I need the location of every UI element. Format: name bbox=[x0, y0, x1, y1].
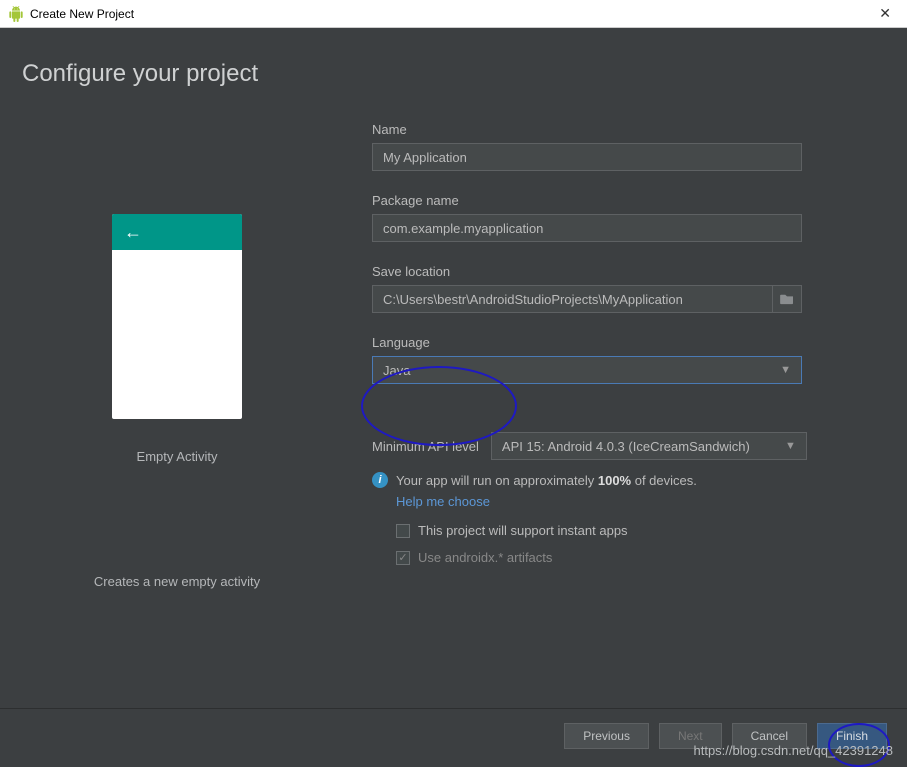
window-title: Create New Project bbox=[30, 7, 871, 21]
name-input[interactable] bbox=[372, 143, 802, 171]
api-label: Minimum API level bbox=[372, 439, 479, 454]
phone-preview: ← bbox=[112, 214, 242, 419]
name-label: Name bbox=[372, 122, 845, 137]
phone-appbar: ← bbox=[112, 214, 242, 250]
api-value: API 15: Android 4.0.3 (IceCreamSandwich) bbox=[502, 439, 750, 454]
close-icon[interactable]: ✕ bbox=[871, 5, 899, 22]
instant-apps-checkbox[interactable] bbox=[396, 524, 410, 538]
language-select[interactable]: Java ▼ bbox=[372, 356, 802, 384]
back-arrow-icon: ← bbox=[124, 222, 142, 243]
devices-info: Your app will run on approximately 100% … bbox=[396, 473, 697, 488]
titlebar: Create New Project ✕ bbox=[0, 0, 907, 28]
help-link[interactable]: Help me choose bbox=[396, 494, 490, 509]
androidx-label: Use androidx.* artifacts bbox=[418, 550, 552, 565]
save-location-input[interactable] bbox=[372, 285, 772, 313]
language-label: Language bbox=[372, 335, 845, 350]
package-input[interactable] bbox=[372, 214, 802, 242]
android-icon bbox=[8, 6, 24, 22]
package-label: Package name bbox=[372, 193, 845, 208]
androidx-checkbox bbox=[396, 551, 410, 565]
info-icon: i bbox=[372, 472, 388, 488]
activity-description: Creates a new empty activity bbox=[94, 574, 260, 589]
language-value: Java bbox=[383, 363, 410, 378]
instant-apps-label: This project will support instant apps bbox=[418, 523, 628, 538]
save-location-label: Save location bbox=[372, 264, 845, 279]
chevron-down-icon: ▼ bbox=[785, 440, 796, 452]
cancel-button[interactable]: Cancel bbox=[732, 723, 807, 749]
browse-button[interactable] bbox=[772, 285, 802, 313]
api-select[interactable]: API 15: Android 4.0.3 (IceCreamSandwich)… bbox=[491, 432, 807, 460]
folder-icon bbox=[780, 293, 794, 305]
chevron-down-icon: ▼ bbox=[780, 364, 791, 376]
previous-button[interactable]: Previous bbox=[564, 723, 649, 749]
next-button: Next bbox=[659, 723, 722, 749]
finish-button[interactable]: Finish bbox=[817, 723, 887, 749]
button-bar: Previous Next Cancel Finish bbox=[0, 708, 907, 762]
activity-name: Empty Activity bbox=[137, 449, 218, 464]
page-title: Configure your project bbox=[22, 60, 885, 88]
